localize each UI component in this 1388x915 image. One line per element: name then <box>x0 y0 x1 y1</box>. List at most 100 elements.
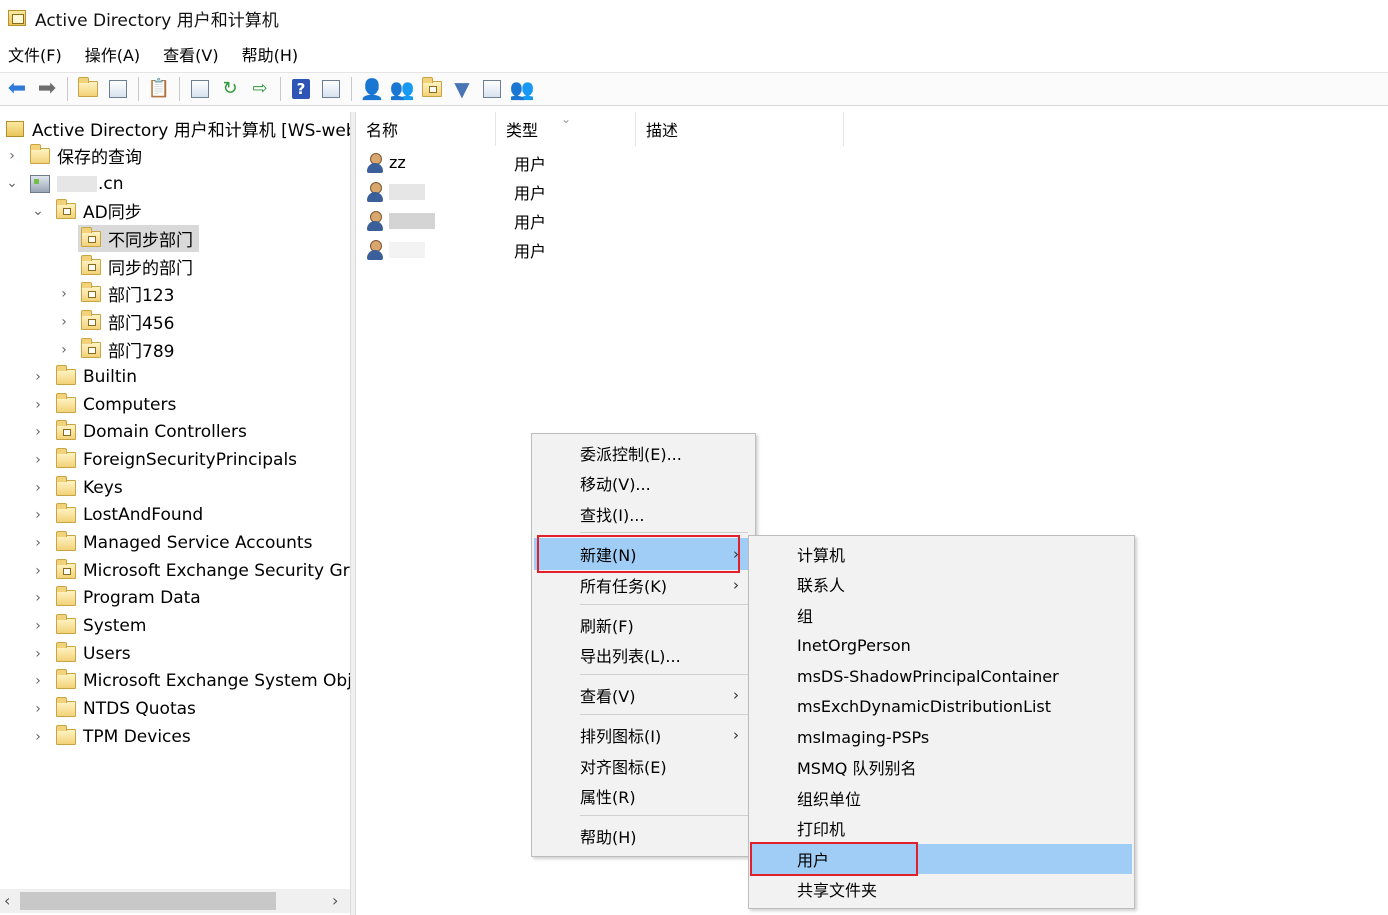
menu-item-view[interactable]: 查看(V) › <box>534 680 753 710</box>
submenu-item-msmq-queue-alias[interactable]: MSMQ 队列别名 <box>751 752 1132 782</box>
clipboard-icon[interactable]: 📋 <box>146 76 172 102</box>
scrollbar-thumb[interactable] <box>20 892 276 910</box>
chevron-down-icon[interactable]: ⌄ <box>6 176 18 190</box>
tree-item-ntds-quotas[interactable]: NTDS Quotas <box>56 695 196 722</box>
submenu-item-printer[interactable]: 打印机 <box>751 813 1132 843</box>
chevron-right-icon[interactable]: › <box>32 619 44 633</box>
chevron-right-icon[interactable]: › <box>32 647 44 661</box>
chevron-right-icon[interactable]: › <box>58 343 70 357</box>
menu-item-properties[interactable]: 属性(R) <box>534 781 753 811</box>
scroll-left-icon[interactable]: ‹ <box>4 891 10 910</box>
chevron-right-icon[interactable]: › <box>32 730 44 744</box>
tree-item-program-data[interactable]: Program Data <box>56 584 201 611</box>
show-tree-icon[interactable] <box>105 76 131 102</box>
list-item[interactable]: 用户 <box>366 235 666 264</box>
menu-item-label: 移动(V)... <box>580 475 651 494</box>
tree-item-unsynced-dept[interactable]: 不同步部门 <box>78 225 199 252</box>
tree-item-keys[interactable]: Keys <box>56 474 123 501</box>
scroll-right-icon[interactable]: › <box>332 891 338 910</box>
tree-item-dept-456[interactable]: 部门456 <box>81 308 174 335</box>
tree-item-dept-123[interactable]: 部门123 <box>81 280 174 307</box>
menu-item-refresh[interactable]: 刷新(F) <box>534 610 753 640</box>
filter-icon[interactable]: ▼ <box>449 76 475 102</box>
tree-item-domain-controllers[interactable]: Domain Controllers <box>56 418 247 445</box>
tree-item-managed-service-accounts[interactable]: Managed Service Accounts <box>56 529 312 556</box>
tree-item-users[interactable]: Users <box>56 640 131 667</box>
chevron-right-icon[interactable]: › <box>6 149 18 163</box>
menu-action[interactable]: 操作(A) <box>85 40 140 68</box>
menu-separator <box>580 674 748 675</box>
submenu-item-user[interactable]: 用户 <box>751 844 1132 874</box>
submenu-item-msimaging-psps[interactable]: msImaging-PSPs <box>751 722 1132 752</box>
tree-item-exchange-system-objects[interactable]: Microsoft Exchange System Obje <box>56 667 350 694</box>
submenu-item-dynamic-distribution-list[interactable]: msExchDynamicDistributionList <box>751 691 1132 721</box>
tree-item-system[interactable]: System <box>56 612 146 639</box>
submenu-item-shadow-principal-container[interactable]: msDS-ShadowPrincipalContainer <box>751 661 1132 691</box>
back-arrow-icon[interactable]: ⬅ <box>4 76 30 102</box>
tree-root[interactable]: Active Directory 用户和计算机 [WS-web.c <box>6 115 350 142</box>
menu-item-find[interactable]: 查找(I)... <box>534 499 753 529</box>
column-header-description[interactable]: 描述 <box>636 112 844 146</box>
chevron-right-icon[interactable]: › <box>32 508 44 522</box>
chevron-right-icon[interactable]: › <box>58 287 70 301</box>
menu-item-arrange-icons[interactable]: 排列图标(I) › <box>534 720 753 750</box>
chevron-right-icon[interactable]: › <box>32 536 44 550</box>
chevron-right-icon[interactable]: › <box>32 398 44 412</box>
tree-item-domain[interactable]: .cn <box>30 170 124 197</box>
list-item[interactable]: 用户 <box>366 177 666 206</box>
tree-item-exchange-security-groups[interactable]: Microsoft Exchange Security Gro <box>56 557 350 584</box>
chevron-right-icon[interactable]: › <box>32 674 44 688</box>
menu-help[interactable]: 帮助(H) <box>242 40 299 68</box>
new-user-icon[interactable]: 👤 <box>359 76 385 102</box>
tree-item-foreign-security-principals[interactable]: ForeignSecurityPrincipals <box>56 446 297 473</box>
submenu-item-organizational-unit[interactable]: 组织单位 <box>751 783 1132 813</box>
find-icon[interactable] <box>479 76 505 102</box>
horizontal-scrollbar[interactable]: ‹ › <box>0 889 350 913</box>
submenu-item-computer[interactable]: 计算机 <box>751 539 1132 569</box>
list-item[interactable]: zz 用户 <box>366 148 666 177</box>
tree-item-ad-sync[interactable]: AD同步 <box>56 197 142 224</box>
menu-view[interactable]: 查看(V) <box>163 40 218 68</box>
chevron-right-icon[interactable]: › <box>32 591 44 605</box>
new-ou-icon[interactable] <box>419 76 445 102</box>
menu-item-delegate-control[interactable]: 委派控制(E)... <box>534 438 753 468</box>
menu-item-help[interactable]: 帮助(H) <box>534 821 753 851</box>
export-list-icon[interactable]: ⇨ <box>247 76 273 102</box>
chevron-right-icon[interactable]: › <box>58 315 70 329</box>
menu-file[interactable]: 文件(F) <box>8 40 62 68</box>
tree-item-lost-and-found[interactable]: LostAndFound <box>56 501 203 528</box>
submenu-item-shared-folder[interactable]: 共享文件夹 <box>751 874 1132 904</box>
add-to-group-icon[interactable]: 👥 <box>509 76 535 102</box>
menu-item-label: 组织单位 <box>797 790 862 809</box>
list-item[interactable]: 用户 <box>366 206 666 235</box>
submenu-item-inetorgperson[interactable]: InetOrgPerson <box>751 630 1132 660</box>
new-group-icon[interactable]: 👥 <box>389 76 415 102</box>
chevron-down-icon[interactable]: ⌄ <box>32 204 44 218</box>
chevron-right-icon[interactable]: › <box>32 453 44 467</box>
menu-item-move[interactable]: 移动(V)... <box>534 468 753 498</box>
menu-item-new[interactable]: 新建(N) › <box>534 538 753 570</box>
chevron-right-icon[interactable]: › <box>32 370 44 384</box>
refresh-icon[interactable]: ↻ <box>217 76 243 102</box>
chevron-right-icon[interactable]: › <box>32 425 44 439</box>
tree-item-synced-dept[interactable]: 同步的部门 <box>81 253 193 280</box>
tree-item-builtin[interactable]: Builtin <box>56 363 137 390</box>
menu-item-export-list[interactable]: 导出列表(L)... <box>534 640 753 670</box>
properties-icon[interactable] <box>187 76 213 102</box>
chevron-right-icon[interactable]: › <box>32 564 44 578</box>
menu-item-all-tasks[interactable]: 所有任务(K) › <box>534 570 753 600</box>
submenu-item-contact[interactable]: 联系人 <box>751 569 1132 599</box>
forward-arrow-icon[interactable]: ➡ <box>34 76 60 102</box>
column-header-name[interactable]: 名称 <box>356 112 496 146</box>
tree-item-tpm-devices[interactable]: TPM Devices <box>56 723 191 750</box>
tree-item-dept-789[interactable]: 部门789 <box>81 336 174 363</box>
tree-item-saved-queries[interactable]: 保存的查询 <box>30 142 142 169</box>
menu-item-line-up-icons[interactable]: 对齐图标(E) <box>534 751 753 781</box>
tree-item-computers[interactable]: Computers <box>56 391 176 418</box>
chevron-right-icon[interactable]: › <box>32 481 44 495</box>
help-icon[interactable]: ? <box>288 76 314 102</box>
up-folder-icon[interactable] <box>75 76 101 102</box>
chevron-right-icon[interactable]: › <box>32 702 44 716</box>
console-tree-icon[interactable] <box>318 76 344 102</box>
submenu-item-group[interactable]: 组 <box>751 600 1132 630</box>
